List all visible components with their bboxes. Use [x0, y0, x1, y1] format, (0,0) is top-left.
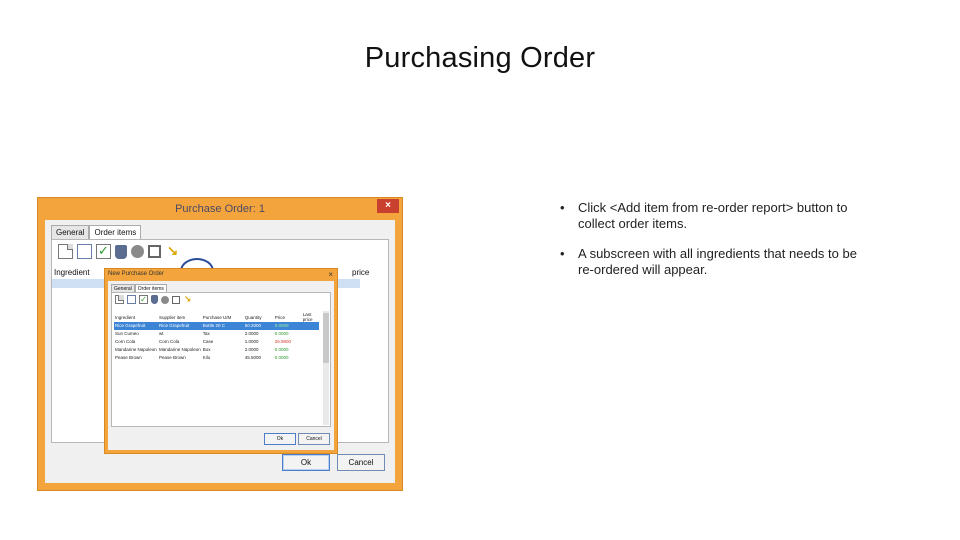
check-icon[interactable]: ✓ [96, 244, 111, 259]
table-cell: Corn Cola [159, 338, 180, 344]
table-cell: Pease Brown [159, 354, 186, 360]
table-cell: Pease Brown [115, 354, 142, 360]
check-icon[interactable]: ✓ [139, 295, 148, 304]
box-icon[interactable] [172, 295, 180, 304]
ok-button[interactable]: Ok [282, 454, 330, 471]
table-cell: Mandarine Napoleon [115, 346, 157, 352]
new-doc-icon[interactable] [58, 244, 73, 259]
table-cell: Kilo [202, 354, 211, 360]
table-cell[interactable]: 0.0000 [274, 345, 302, 353]
table-cell[interactable]: 0.0000 [273, 322, 302, 330]
table-header-row: Ingredient Supplier item Purchase U/M Qu… [114, 312, 319, 322]
column-header[interactable]: Quantity [244, 312, 274, 322]
box-icon[interactable] [148, 245, 161, 258]
table-row[interactable]: Pease Brown Pease Brown Kilo 45.5000 0.0… [114, 353, 319, 361]
bullet-item: • Click <Add item from re-order report> b… [560, 200, 860, 232]
table-cell [302, 330, 319, 338]
table-cell[interactable]: 2.0000 [244, 330, 274, 338]
new-doc-icon[interactable] [115, 295, 124, 304]
table-cell[interactable]: 26.9800 [274, 338, 302, 346]
trash-icon[interactable] [115, 244, 127, 259]
tab-order-items[interactable]: Order items [89, 225, 142, 239]
close-button[interactable]: × [377, 199, 399, 213]
window-title: Purchase Order: 1 [175, 203, 265, 215]
table-cell: Rice Grapefruit [114, 322, 158, 330]
cancel-button[interactable]: Cancel [298, 433, 330, 445]
table-cell: Rice Grapefruit [158, 322, 202, 330]
order-items-table: Ingredient Supplier item Purchase U/M Qu… [114, 312, 319, 361]
table-cell: Box [202, 346, 211, 352]
table-cell [302, 345, 319, 353]
add-from-reorder-icon[interactable]: ↘ [183, 295, 192, 304]
table-row[interactable]: Rice Grapefruit Rice Grapefruit Bottle 2… [114, 322, 319, 330]
column-header[interactable]: Supplier item [158, 312, 202, 322]
bullet-text: A subscreen with all ingredients that ne… [578, 246, 857, 277]
table-cell[interactable]: 0.0000 [274, 330, 302, 338]
column-header[interactable]: Ingredient [114, 312, 158, 322]
window-body: General Order items ✓ ↘ Ingredient Suppl… [108, 281, 334, 450]
ok-button[interactable]: Ok [264, 433, 296, 445]
table-row[interactable]: Mandarine Napoleon Mandarine Napoleon Bo… [114, 345, 319, 353]
table-cell: Mandarine Napoleon [159, 346, 201, 352]
bullet-dot-icon: • [560, 200, 565, 215]
table-cell: Corn Cola [115, 338, 136, 344]
gear-icon[interactable] [131, 245, 144, 258]
bullet-item: • A subscreen with all ingredients that n… [560, 246, 860, 278]
column-header-ingredient[interactable]: Ingredient [54, 268, 90, 277]
close-button[interactable]: × [328, 270, 333, 279]
table-cell[interactable]: 1.0000 [244, 338, 274, 346]
bullet-text: Click <Add item from re-order report> bu… [578, 200, 848, 231]
column-header[interactable]: Last price [302, 312, 319, 322]
table-cell: Case [202, 338, 214, 344]
column-header[interactable]: Price [274, 312, 302, 322]
cancel-button[interactable]: Cancel [337, 454, 385, 471]
vertical-scrollbar[interactable] [323, 311, 329, 425]
table-cell [302, 338, 319, 346]
window-titlebar[interactable]: Purchase Order: 1 × [38, 198, 402, 220]
table-cell[interactable]: 2.0000 [244, 345, 274, 353]
table-cell[interactable]: 50.2000 [243, 322, 274, 330]
scrollbar-thumb[interactable] [323, 313, 329, 363]
order-items-panel: ✓ ↘ Ingredient Supplier item Purchase U/… [111, 292, 331, 427]
tab-general[interactable]: General [51, 225, 90, 239]
trash-icon[interactable] [151, 295, 158, 304]
table-cell: Sun Cumeo [115, 331, 139, 337]
table-cell [301, 322, 319, 330]
toolbar: ✓ ↘ [58, 244, 180, 259]
column-header[interactable]: Purchase U/M [202, 312, 244, 322]
table-row[interactable]: Sun Cumeo wt Tax 2.0000 0.0000 [114, 330, 319, 338]
table-cell: wt [159, 331, 164, 337]
table-cell [302, 353, 319, 361]
window-title: New Purchase Order [108, 271, 165, 277]
bullet-list: • Click <Add item from re-order report> b… [560, 200, 860, 292]
column-header-price[interactable]: price [352, 268, 369, 277]
new-purchase-order-window: New Purchase Order × General Order items… [104, 268, 338, 454]
table-row[interactable]: Corn Cola Corn Cola Case 1.0000 26.9800 [114, 338, 319, 346]
add-from-reorder-icon[interactable]: ↘ [165, 244, 180, 259]
edit-doc-icon[interactable] [127, 295, 136, 304]
slide-title: Purchasing Order [364, 42, 596, 74]
tab-bar: General Order items [51, 225, 142, 239]
table-cell: Bottle 20 C [201, 322, 244, 330]
table-cell[interactable]: 0.0000 [274, 353, 302, 361]
table-cell[interactable]: 45.5000 [244, 353, 274, 361]
edit-doc-icon[interactable] [77, 244, 92, 259]
table-cell: Tax [202, 331, 210, 337]
gear-icon[interactable] [161, 295, 169, 304]
bullet-dot-icon: • [560, 246, 565, 261]
toolbar: ✓ ↘ [115, 295, 192, 304]
